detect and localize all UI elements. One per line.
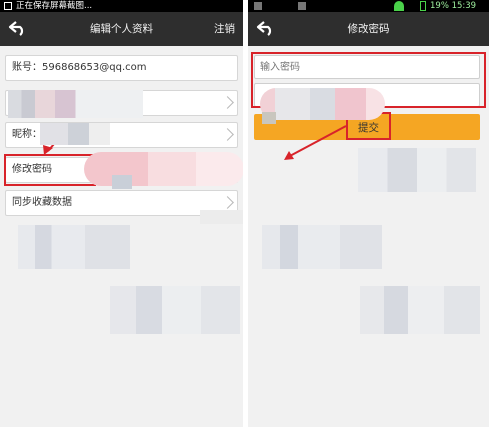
change-password-screen: 19% 15:39 修改密码 提交	[248, 0, 489, 427]
blurred-region	[262, 112, 276, 124]
edit-profile-screen: 正在保存屏幕截图... 编辑个人资料 注销 账号：596868653@qq.co…	[0, 0, 243, 427]
blurred-region	[200, 210, 243, 224]
annotation-arrow	[284, 125, 347, 160]
blurred-region	[40, 123, 110, 145]
blurred-region	[18, 225, 130, 269]
blurred-region	[112, 175, 132, 189]
blurred-region	[262, 225, 382, 269]
blurred-region	[360, 286, 480, 334]
blurred-region	[358, 148, 476, 192]
blurred-region	[84, 152, 243, 186]
blurred-region	[110, 286, 240, 334]
blurred-region	[8, 90, 143, 118]
blurred-region	[260, 88, 385, 120]
